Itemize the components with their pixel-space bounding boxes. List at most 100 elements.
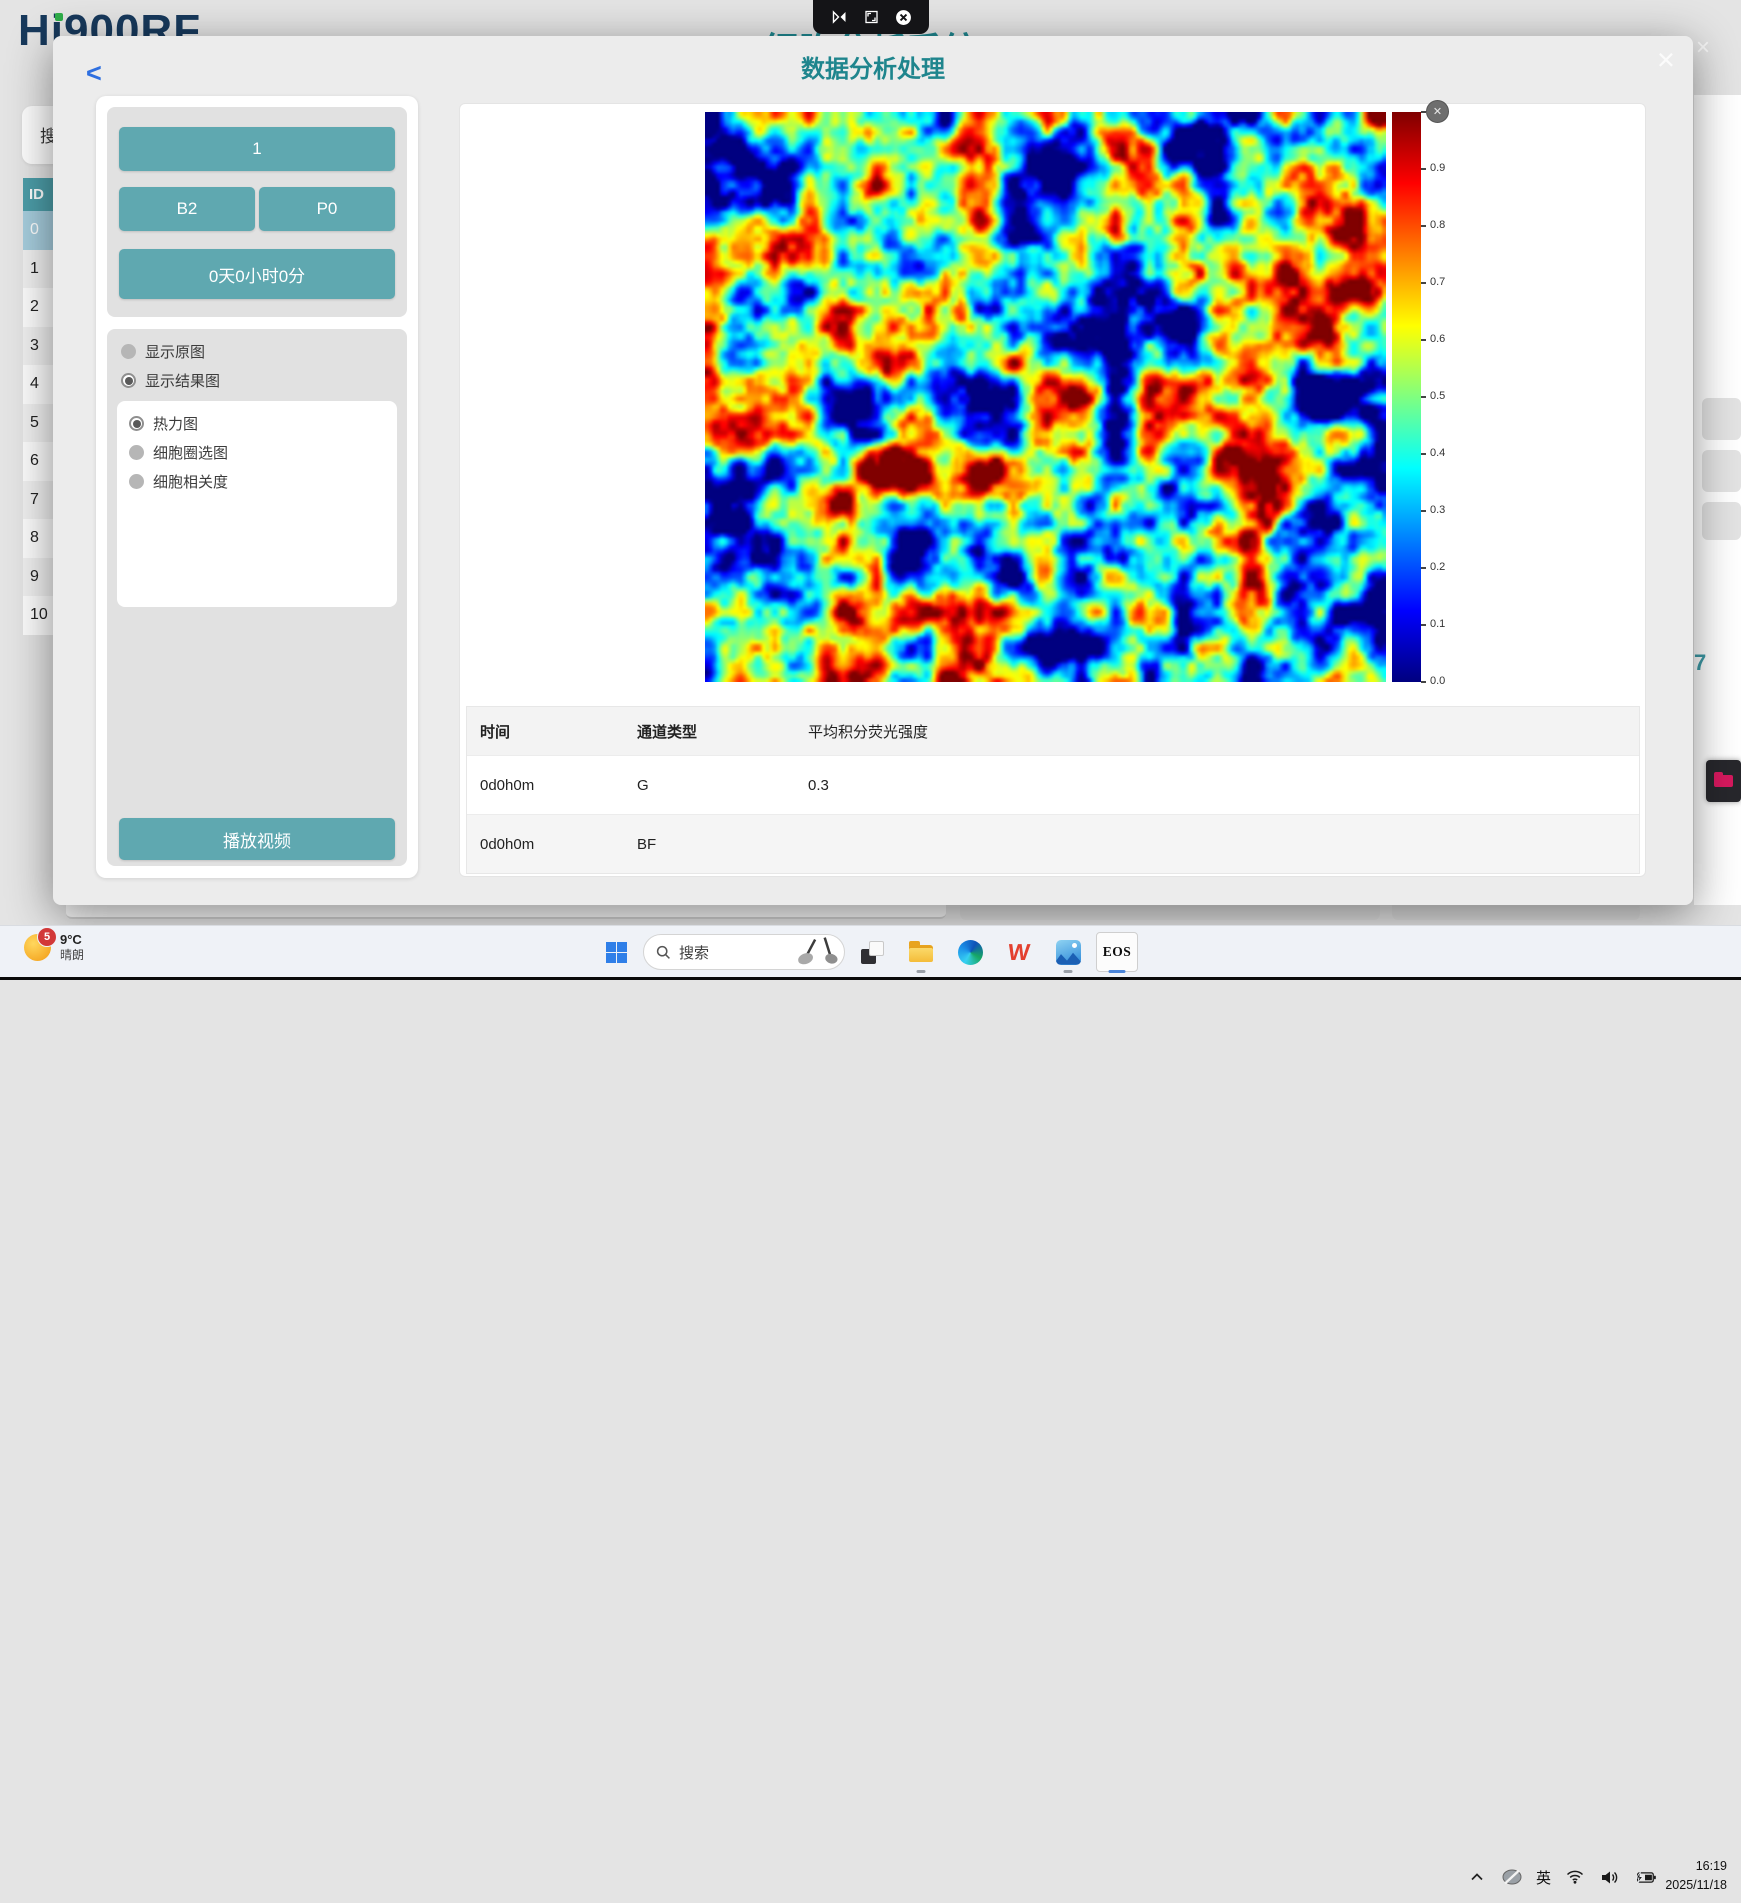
sidebar-card: 1 B2 P0 0天0小时0分 显示原图显示结果图 热力图细胞圈选图细胞相关度 … — [96, 96, 418, 878]
radio-label: 热力图 — [153, 413, 198, 434]
colorbar-close-icon[interactable]: ✕ — [1426, 100, 1449, 123]
table-cell: G — [624, 777, 795, 794]
modal-close-icon[interactable]: × — [1657, 42, 1675, 78]
screen-switch-icon[interactable] — [831, 9, 848, 25]
edge-button[interactable] — [948, 930, 992, 974]
start-button[interactable] — [594, 930, 638, 974]
colorbar-tick — [1421, 168, 1426, 170]
colorbar-tick-label: 0.0 — [1430, 675, 1445, 687]
photos-icon — [1056, 940, 1081, 965]
running-indicator — [1064, 970, 1073, 973]
play-video-button[interactable]: 播放视频 — [119, 818, 395, 860]
id-row[interactable]: 5 — [23, 404, 57, 443]
volume-icon[interactable] — [1599, 1866, 1621, 1888]
wifi-icon[interactable] — [1564, 1866, 1586, 1888]
id-row[interactable]: 10 — [23, 596, 57, 635]
colorbar-tick-label: 0.2 — [1430, 561, 1445, 573]
table-cell: 0d0h0m — [467, 836, 624, 853]
well-number-button[interactable]: 1 — [119, 127, 395, 171]
battery-charging-icon[interactable] — [1634, 1866, 1656, 1888]
id-row[interactable]: 9 — [23, 558, 57, 597]
radio-icon[interactable] — [129, 474, 144, 489]
folder-icon — [909, 945, 933, 962]
id-row[interactable]: 4 — [23, 365, 57, 404]
plate-position-button[interactable]: B2 — [119, 187, 255, 231]
active-indicator — [1109, 970, 1126, 973]
table-row[interactable]: 0d0h0mBF — [467, 814, 1639, 873]
clock-date: 2025/11/18 — [1665, 1876, 1727, 1895]
id-rows: 012345678910 — [23, 211, 57, 635]
radio-label: 显示原图 — [145, 341, 205, 362]
id-row[interactable]: 0 — [23, 211, 57, 250]
time-button[interactable]: 0天0小时0分 — [119, 249, 395, 299]
id-row[interactable]: 8 — [23, 519, 57, 558]
id-row[interactable]: 3 — [23, 327, 57, 366]
taskbar-search-box[interactable]: 搜索 — [643, 934, 845, 970]
wps-button[interactable]: W — [997, 930, 1041, 974]
radio-label: 显示结果图 — [145, 370, 220, 391]
radio-selected-icon[interactable] — [129, 416, 144, 431]
task-view-button[interactable] — [850, 930, 894, 974]
table-header-cell: 平均积分荧光强度 — [795, 721, 1639, 742]
colorbar-tick — [1421, 282, 1426, 284]
table-header-cell: 时间 — [467, 721, 624, 742]
table-body: 0d0h0mG0.30d0h0mBF — [467, 755, 1639, 873]
eos-app-button[interactable]: EOS — [1095, 930, 1139, 974]
id-row[interactable]: 6 — [23, 442, 57, 481]
table-cell: BF — [624, 836, 795, 853]
id-row[interactable]: 2 — [23, 288, 57, 327]
background-close-icon[interactable]: × — [1696, 34, 1710, 62]
touchpad-disabled-icon[interactable] — [1501, 1866, 1523, 1888]
photos-button[interactable] — [1046, 930, 1090, 974]
radio-option[interactable]: 热力图 — [129, 409, 385, 438]
display-options-panel: 显示原图显示结果图 热力图细胞圈选图细胞相关度 播放视频 — [107, 329, 407, 866]
file-explorer-button[interactable] — [899, 930, 943, 974]
screen-capture-toolbar — [813, 0, 929, 34]
edge-icon — [958, 940, 983, 965]
table-cell: 0d0h0m — [467, 777, 624, 794]
radio-icon[interactable] — [121, 344, 136, 359]
wps-icon: W — [1007, 939, 1032, 966]
table-cell: 0.3 — [795, 777, 1639, 794]
background-right-tile — [1702, 450, 1741, 492]
radio-selected-icon[interactable] — [121, 373, 136, 388]
id-row[interactable]: 7 — [23, 481, 57, 520]
floating-folder-shortcut[interactable] — [1706, 760, 1741, 802]
colorbar-tick — [1421, 624, 1426, 626]
clock-time: 16:19 — [1665, 1857, 1727, 1876]
running-indicator — [917, 970, 926, 973]
system-tray: 英 — [1466, 1851, 1656, 1903]
radio-option[interactable]: 显示结果图 — [121, 366, 391, 395]
pink-folder-icon — [1714, 775, 1733, 787]
radio-option[interactable]: 显示原图 — [121, 337, 391, 366]
taskbar: 5 9°C 晴朗 搜索 W EOS — [0, 925, 1741, 977]
weather-widget[interactable]: 5 9°C 晴朗 — [24, 932, 84, 963]
colorbar-tick — [1421, 339, 1426, 341]
modal-title: 数据分析处理 — [53, 49, 1693, 84]
id-row[interactable]: 1 — [23, 250, 57, 289]
radio-option[interactable]: 细胞圈选图 — [129, 438, 385, 467]
result-table: 时间通道类型平均积分荧光强度 0d0h0mG0.30d0h0mBF — [466, 706, 1640, 874]
radio-option[interactable]: 细胞相关度 — [129, 467, 385, 496]
point-position-button[interactable]: P0 — [259, 187, 395, 231]
fullscreen-icon[interactable] — [863, 9, 880, 25]
ime-language-indicator[interactable]: 英 — [1536, 1867, 1551, 1888]
colorbar-tick-label: 0.7 — [1430, 276, 1445, 288]
radio-icon[interactable] — [129, 445, 144, 460]
taskbar-clock[interactable]: 16:19 2025/11/18 — [1665, 1857, 1727, 1895]
background-value-fragment: 7 — [1694, 650, 1706, 676]
eos-icon: EOS — [1096, 932, 1138, 972]
background-right-tile — [1702, 398, 1741, 440]
radio-label: 细胞相关度 — [153, 471, 228, 492]
weather-temperature: 9°C — [60, 932, 84, 948]
id-column-header: ID — [23, 178, 57, 211]
task-view-icon — [861, 941, 884, 964]
weather-badge: 5 — [37, 927, 57, 947]
radio-label: 细胞圈选图 — [153, 442, 228, 463]
data-analysis-modal: < 数据分析处理 × 1 B2 P0 0天0小时0分 显示原图显示结果图 热力图… — [53, 36, 1693, 905]
table-row[interactable]: 0d0h0mG0.3 — [467, 755, 1639, 814]
tray-chevron-up-icon[interactable] — [1466, 1866, 1488, 1888]
close-capture-icon[interactable] — [895, 9, 912, 26]
colorbar-tick-label: 0.5 — [1430, 390, 1445, 402]
windows-logo-icon — [606, 942, 627, 963]
